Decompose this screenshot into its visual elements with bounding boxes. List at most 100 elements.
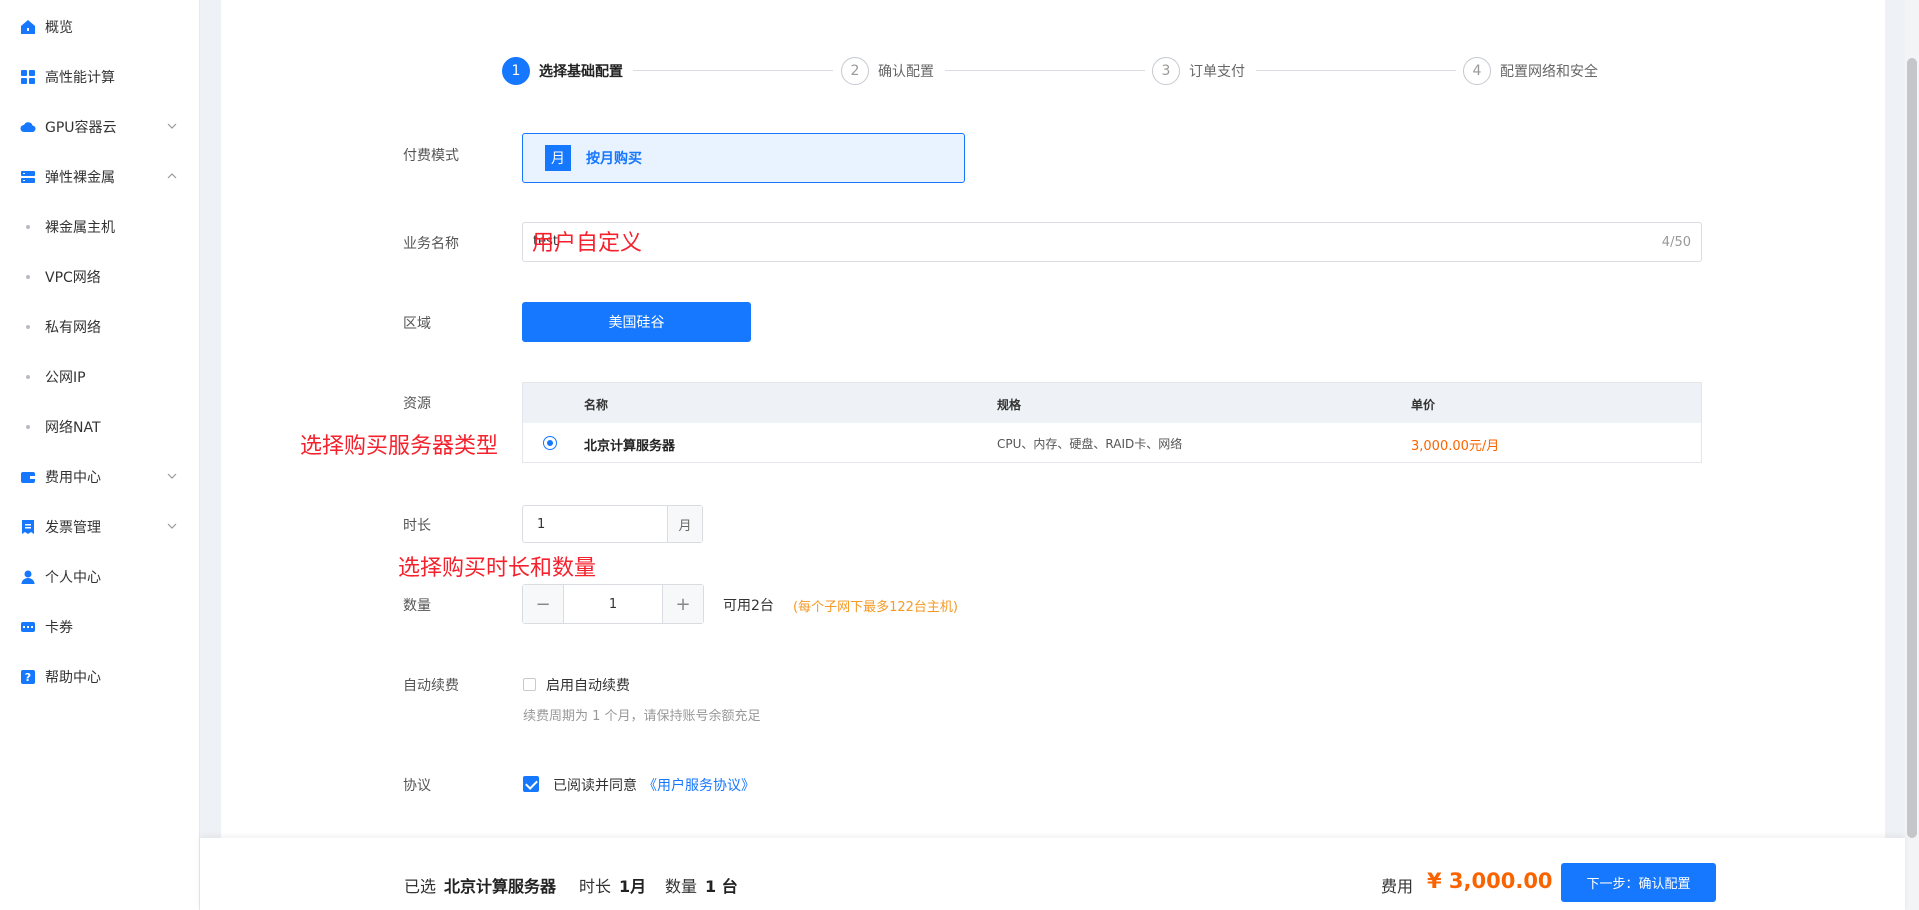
sidebar-item-label: 网络NAT — [45, 420, 101, 436]
biz-name-input[interactable]: test 4/50 — [522, 222, 1702, 262]
agreement-text: 已阅读并同意 — [553, 778, 637, 794]
resource-table: 名称 规格 单价 北京计算服务器 CPU、内存、硬盘、RAID卡、网络 3,00… — [522, 382, 1702, 463]
step-label: 选择基础配置 — [539, 64, 623, 80]
chevron-down-icon — [167, 473, 177, 479]
annotation-duration-qty: 选择购买时长和数量 — [398, 556, 597, 581]
auto-renew-checkbox[interactable] — [523, 678, 536, 691]
bullet-dot — [26, 375, 30, 379]
sidebar-item-label: 高性能计算 — [45, 70, 115, 86]
sidebar-item-label: 弹性裸金属 — [45, 170, 115, 186]
sidebar-subitem-bare-metal-host[interactable]: 裸金属主机 — [0, 202, 200, 252]
sidebar-item-label: 公网IP — [45, 370, 86, 386]
sidebar-subitem-private-network[interactable]: 私有网络 — [0, 302, 200, 352]
auto-renew-hint: 续费周期为 1 个月，请保持账号余额充足 — [523, 709, 761, 724]
qty-summary: 1 台 — [705, 877, 738, 896]
qty-increase-button[interactable]: + — [662, 585, 703, 623]
cell-price: 3,000.00元/月 — [1411, 439, 1500, 454]
duration-label: 时长 — [403, 518, 431, 534]
duration-summary: 1月 — [619, 877, 647, 896]
agreement-checkbox[interactable] — [523, 776, 539, 792]
duration-unit: 月 — [667, 506, 702, 542]
cloud-icon — [20, 119, 36, 135]
auto-renew-text: 启用自动续费 — [546, 678, 630, 694]
sidebar-item-overview[interactable]: 概览 — [0, 2, 200, 52]
invoice-icon — [20, 519, 36, 535]
region-option-silicon-valley[interactable]: 美国硅谷 — [522, 302, 751, 342]
qty-value[interactable]: 1 — [564, 585, 662, 623]
annotation-custom: 用户自定义 — [532, 231, 643, 256]
bullet-dot — [26, 275, 30, 279]
wallet-icon — [20, 469, 36, 485]
month-badge: 月 — [545, 145, 571, 171]
next-step-button[interactable]: 下一步：确认配置 — [1561, 863, 1716, 902]
scrollbar-thumb[interactable] — [1907, 58, 1917, 838]
scrollbar-track[interactable] — [1905, 0, 1919, 910]
sidebar-subitem-public-ip[interactable]: 公网IP — [0, 352, 200, 402]
biz-name-label: 业务名称 — [403, 236, 459, 252]
step-1: 1 选择基础配置 — [502, 57, 623, 85]
sidebar-item-gpu-cloud[interactable]: GPU容器云 — [0, 102, 200, 152]
bottom-summary-bar: 已选 北京计算服务器 时长 1月 数量 1 台 费用 ¥ 3,000.00 下一… — [200, 838, 1905, 910]
home-icon — [20, 19, 36, 35]
sidebar-item-help[interactable]: ? 帮助中心 — [0, 652, 200, 702]
user-icon — [20, 569, 36, 585]
resource-label: 资源 — [403, 396, 431, 412]
sidebar-item-hpc[interactable]: 高性能计算 — [0, 52, 200, 102]
help-icon: ? — [20, 669, 36, 685]
step-label: 配置网络和安全 — [1500, 64, 1598, 80]
sidebar-item-label: 概览 — [45, 20, 73, 36]
header-name: 名称 — [584, 398, 609, 412]
selected-prefix: 已选 — [404, 877, 437, 896]
cell-spec: CPU、内存、硬盘、RAID卡、网络 — [997, 437, 1183, 451]
step-number: 3 — [1152, 57, 1180, 85]
sidebar-item-profile[interactable]: 个人中心 — [0, 552, 200, 602]
sidebar-item-label: 发票管理 — [45, 520, 101, 536]
chevron-down-icon — [167, 123, 177, 129]
cell-name: 北京计算服务器 — [584, 439, 676, 454]
available-count: 可用2台 — [723, 598, 774, 614]
auto-renew-label: 自动续费 — [403, 678, 459, 694]
sidebar-item-billing[interactable]: 费用中心 — [0, 452, 200, 502]
fee-value: ¥ 3,000.00 — [1427, 869, 1553, 893]
pay-mode-monthly-option[interactable]: 月 按月购买 — [522, 133, 965, 183]
step-label: 确认配置 — [878, 64, 934, 80]
sidebar-item-invoice[interactable]: 发票管理 — [0, 502, 200, 552]
table-header: 名称 规格 单价 — [523, 383, 1701, 423]
region-label: 区域 — [403, 316, 431, 332]
sidebar-item-label: GPU容器云 — [45, 120, 117, 136]
sidebar: 概览 高性能计算 GPU容器云 弹性裸金属 裸金属主机 VPC网络 私有网络 公… — [0, 0, 200, 910]
agreement-label: 协议 — [403, 778, 431, 794]
qty-prefix: 数量 — [665, 877, 698, 896]
agreement-link[interactable]: 《用户服务协议》 — [643, 775, 755, 795]
sidebar-item-label: 费用中心 — [45, 470, 101, 486]
sidebar-subitem-vpc[interactable]: VPC网络 — [0, 252, 200, 302]
annotation-server-type: 选择购买服务器类型 — [300, 434, 499, 459]
row-radio[interactable] — [543, 436, 557, 450]
selected-value: 北京计算服务器 — [444, 877, 557, 896]
sidebar-item-label: 帮助中心 — [45, 670, 101, 686]
table-row[interactable]: 北京计算服务器 CPU、内存、硬盘、RAID卡、网络 3,000.00元/月 — [523, 423, 1701, 463]
sidebar-item-label: 卡券 — [45, 620, 73, 636]
step-label: 订单支付 — [1189, 64, 1245, 80]
sidebar-subitem-nat[interactable]: 网络NAT — [0, 402, 200, 452]
step-number: 1 — [502, 57, 530, 85]
bullet-dot — [26, 225, 30, 229]
sidebar-item-bare-metal[interactable]: 弹性裸金属 — [0, 152, 200, 202]
header-price: 单价 — [1411, 398, 1436, 412]
sidebar-item-label: 私有网络 — [45, 320, 101, 336]
grid-icon — [20, 69, 36, 85]
step-3: 3 订单支付 — [1152, 57, 1245, 85]
sidebar-item-coupons[interactable]: 卡券 — [0, 602, 200, 652]
sidebar-item-label: 裸金属主机 — [45, 220, 115, 236]
sidebar-item-label: VPC网络 — [45, 270, 101, 286]
duration-input[interactable]: 1 月 — [522, 505, 703, 543]
chevron-down-icon — [167, 523, 177, 529]
qty-decrease-button[interactable]: − — [523, 585, 564, 623]
step-connector — [633, 70, 833, 71]
chevron-up-icon — [167, 173, 177, 179]
quantity-stepper[interactable]: − 1 + — [522, 584, 704, 624]
bullet-dot — [26, 325, 30, 329]
pay-mode-label: 付费模式 — [403, 148, 459, 164]
qty-label: 数量 — [403, 598, 431, 614]
step-connector — [1256, 70, 1456, 71]
